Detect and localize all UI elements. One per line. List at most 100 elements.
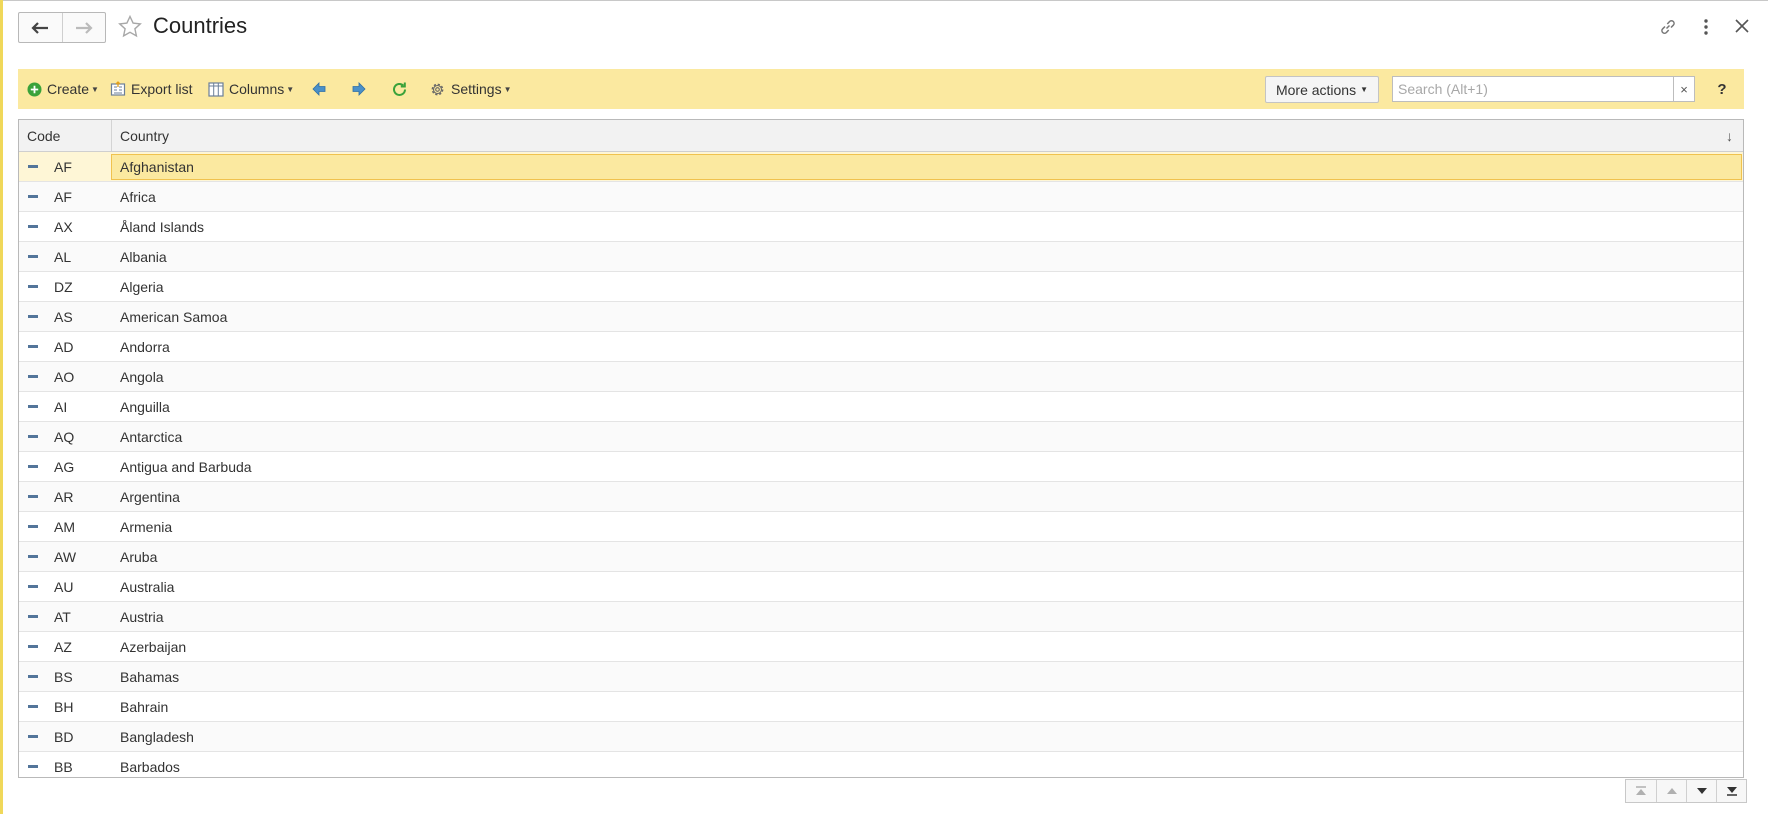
table-row[interactable]: AS American Samoa xyxy=(19,302,1743,332)
table-row[interactable]: AR Argentina xyxy=(19,482,1743,512)
search-clear-button[interactable]: × xyxy=(1673,76,1695,102)
table-row[interactable]: DZ Algeria xyxy=(19,272,1743,302)
cell-country[interactable]: Afghanistan xyxy=(111,153,1742,180)
table-row[interactable]: AT Austria xyxy=(19,602,1743,632)
export-list-button[interactable]: Export list xyxy=(110,69,192,109)
table-row[interactable]: AX Åland Islands xyxy=(19,212,1743,242)
row-item-icon xyxy=(28,705,38,708)
left-nav-icon xyxy=(312,82,326,96)
caret-down-icon: ▼ xyxy=(1360,85,1369,94)
cell-country[interactable]: Austria xyxy=(111,602,1743,631)
cell-country[interactable]: Africa xyxy=(111,182,1743,211)
refresh-button[interactable] xyxy=(391,69,413,109)
cell-country[interactable]: Anguilla xyxy=(111,392,1743,421)
vertical-dots-icon[interactable] xyxy=(1698,17,1714,37)
table-row[interactable]: AI Anguilla xyxy=(19,392,1743,422)
columns-icon xyxy=(208,81,224,97)
table-row[interactable]: AG Antigua and Barbuda xyxy=(19,452,1743,482)
table-row[interactable]: AM Armenia xyxy=(19,512,1743,542)
table-row[interactable]: BD Bangladesh xyxy=(19,722,1743,752)
cell-code[interactable]: AQ xyxy=(54,429,111,445)
row-item-icon xyxy=(28,585,38,588)
table-row[interactable]: AQ Antarctica xyxy=(19,422,1743,452)
column-header-code[interactable]: Code xyxy=(19,120,112,151)
cell-country[interactable]: American Samoa xyxy=(111,302,1743,331)
table-row[interactable]: AL Albania xyxy=(19,242,1743,272)
help-button[interactable]: ? xyxy=(1712,77,1732,101)
cell-code[interactable]: AO xyxy=(54,369,111,385)
cell-country[interactable]: Australia xyxy=(111,572,1743,601)
cell-code[interactable]: AZ xyxy=(54,639,111,655)
cell-country[interactable]: Armenia xyxy=(111,512,1743,541)
cell-country[interactable]: Bangladesh xyxy=(111,722,1743,751)
columns-button[interactable]: Columns ▼ xyxy=(208,69,294,109)
cell-country[interactable]: Albania xyxy=(111,242,1743,271)
scroll-up-button[interactable] xyxy=(1656,780,1686,802)
scroll-down-button[interactable] xyxy=(1686,780,1716,802)
table-row[interactable]: BB Barbados xyxy=(19,752,1743,777)
create-button[interactable]: Create ▼ xyxy=(27,69,99,109)
cell-code[interactable]: AI xyxy=(54,399,111,415)
link-icon[interactable] xyxy=(1658,17,1678,37)
scroll-to-top-button[interactable] xyxy=(1626,780,1656,802)
forward-button[interactable] xyxy=(61,13,106,42)
cell-code[interactable]: AX xyxy=(54,219,111,235)
scroll-to-bottom-button[interactable] xyxy=(1716,780,1746,802)
history-nav-group xyxy=(18,12,106,43)
table-row[interactable]: BS Bahamas xyxy=(19,662,1743,692)
cell-country[interactable]: Antigua and Barbuda xyxy=(111,452,1743,481)
cell-code[interactable]: BS xyxy=(54,669,111,685)
more-actions-label: More actions xyxy=(1275,81,1357,98)
cell-code[interactable]: AG xyxy=(54,459,111,475)
cell-code[interactable]: BD xyxy=(54,729,111,745)
cell-country[interactable]: Aruba xyxy=(111,542,1743,571)
cell-country[interactable]: Angola xyxy=(111,362,1743,391)
previous-button[interactable] xyxy=(311,69,332,109)
export-icon xyxy=(110,81,126,96)
cell-country[interactable]: Bahrain xyxy=(111,692,1743,721)
cell-code[interactable]: AS xyxy=(54,309,111,325)
cell-country[interactable]: Argentina xyxy=(111,482,1743,511)
row-item-icon xyxy=(28,675,38,678)
table-row[interactable]: AF Africa xyxy=(19,182,1743,212)
column-header-country[interactable]: Country xyxy=(112,120,1743,151)
table-row[interactable]: AD Andorra xyxy=(19,332,1743,362)
cell-code[interactable]: AR xyxy=(54,489,111,505)
cell-code[interactable]: AM xyxy=(54,519,111,535)
cell-country[interactable]: Algeria xyxy=(111,272,1743,301)
cell-code[interactable]: AF xyxy=(54,159,111,175)
star-icon[interactable] xyxy=(118,15,142,38)
cell-country[interactable]: Bahamas xyxy=(111,662,1743,691)
table-row[interactable]: AZ Azerbaijan xyxy=(19,632,1743,662)
row-item-icon xyxy=(28,195,38,198)
table-row[interactable]: AO Angola xyxy=(19,362,1743,392)
cell-country[interactable]: Azerbaijan xyxy=(111,632,1743,661)
next-button[interactable] xyxy=(351,69,372,109)
cell-code[interactable]: AW xyxy=(54,549,111,565)
cell-code[interactable]: AU xyxy=(54,579,111,595)
table-row[interactable]: AW Aruba xyxy=(19,542,1743,572)
cell-code[interactable]: AF xyxy=(54,189,111,205)
cell-code[interactable]: AL xyxy=(54,249,111,265)
search-input[interactable] xyxy=(1392,76,1674,102)
settings-button[interactable]: Settings ▼ xyxy=(429,69,512,109)
sort-descending-icon[interactable]: ↓ xyxy=(1726,128,1733,144)
caret-down-icon: ▼ xyxy=(503,84,512,94)
more-actions-button[interactable]: More actions ▼ xyxy=(1265,76,1379,103)
table-row[interactable]: AU Australia xyxy=(19,572,1743,602)
cell-code[interactable]: DZ xyxy=(54,279,111,295)
cell-code[interactable]: BH xyxy=(54,699,111,715)
plus-circle-icon xyxy=(27,82,42,96)
cell-country[interactable]: Åland Islands xyxy=(111,212,1743,241)
cell-country[interactable]: Barbados xyxy=(111,752,1743,777)
table-row[interactable]: AF Afghanistan xyxy=(19,152,1743,182)
cell-country[interactable]: Antarctica xyxy=(111,422,1743,451)
create-label: Create xyxy=(47,81,90,97)
cell-code[interactable]: AD xyxy=(54,339,111,355)
cell-code[interactable]: AT xyxy=(54,609,111,625)
cell-code[interactable]: BB xyxy=(54,759,111,775)
back-button[interactable] xyxy=(19,13,62,42)
table-row[interactable]: BH Bahrain xyxy=(19,692,1743,722)
close-icon[interactable] xyxy=(1733,17,1751,35)
cell-country[interactable]: Andorra xyxy=(111,332,1743,361)
